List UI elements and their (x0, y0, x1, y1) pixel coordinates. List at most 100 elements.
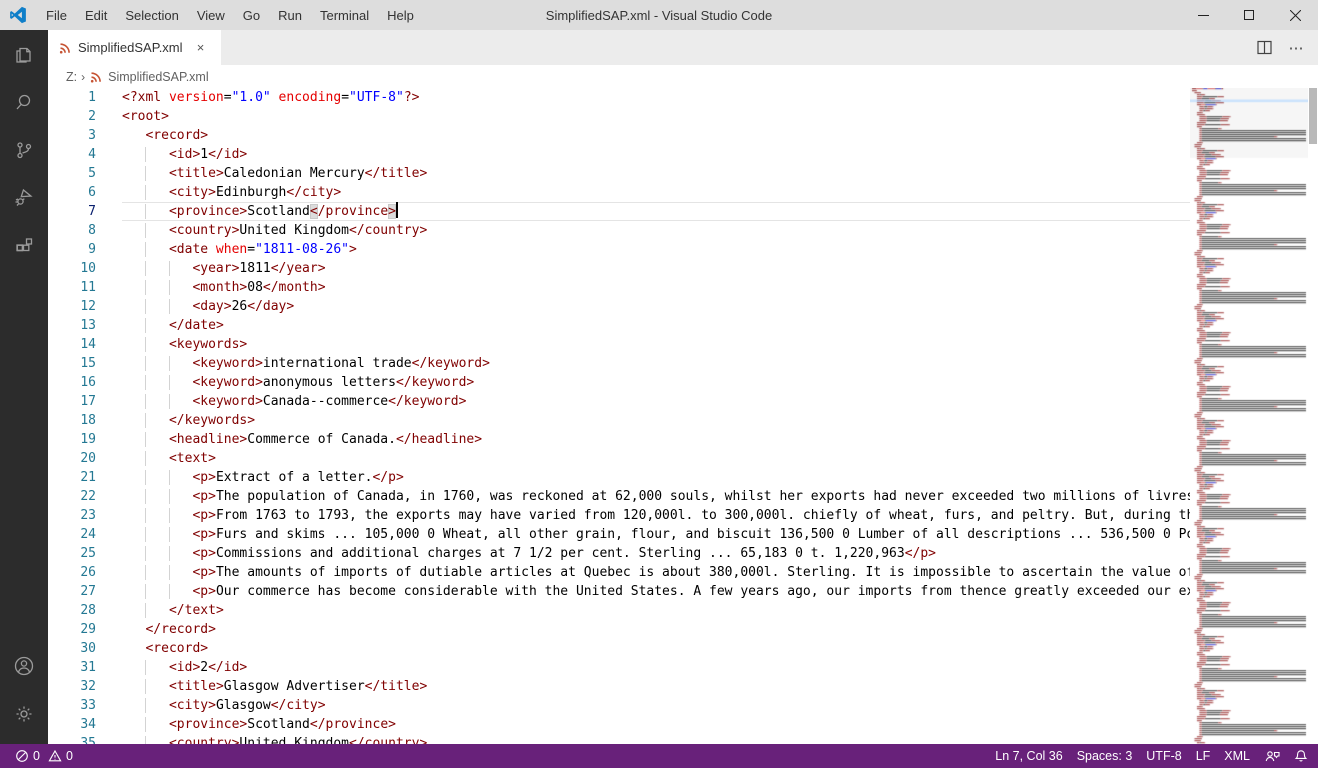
line-number: 13 (48, 316, 122, 335)
menu-item-view[interactable]: View (188, 4, 234, 27)
breadcrumb-drive[interactable]: Z: (66, 70, 77, 84)
notifications-bell-icon[interactable] (1294, 744, 1308, 768)
accounts-icon[interactable] (0, 642, 48, 690)
code-editor[interactable]: 1<?xml version="1.0" encoding="UTF-8"?>2… (48, 88, 1318, 744)
code-line[interactable]: 3 <record> (48, 126, 1190, 145)
code-line[interactable]: 21 <p>Extract of a letter.</p> (48, 468, 1190, 487)
more-actions-icon[interactable]: ⋯ (1282, 35, 1310, 61)
menu-item-run[interactable]: Run (269, 4, 311, 27)
line-number: 20 (48, 449, 122, 468)
code-line[interactable]: 16 <keyword>anonymous letters</keyword> (48, 373, 1190, 392)
code-line[interactable]: 12 <day>26</day> (48, 297, 1190, 316)
menu-item-edit[interactable]: Edit (76, 4, 116, 27)
line-number: 30 (48, 639, 122, 658)
tab-simplifiedsap-xml[interactable]: SimplifiedSAP.xml × (48, 30, 221, 65)
scrollbar-thumb[interactable] (1309, 88, 1317, 144)
code-line[interactable]: 13 </date> (48, 316, 1190, 335)
code-line[interactable]: 6 <city>Edinburgh</city> (48, 183, 1190, 202)
problems-indicator[interactable]: 0 0 (10, 744, 78, 768)
status-bar: 0 0 Ln 7, Col 36 Spaces: 3 UTF-8 LF XML (0, 744, 1318, 768)
line-number: 11 (48, 278, 122, 297)
code-line[interactable]: 14 <keywords> (48, 335, 1190, 354)
line-number: 29 (48, 620, 122, 639)
code-line[interactable]: 10 <year>1811</year> (48, 259, 1190, 278)
menu-item-help[interactable]: Help (378, 4, 423, 27)
eol-setting[interactable]: LF (1196, 744, 1211, 768)
line-number: 4 (48, 145, 122, 164)
line-number: 10 (48, 259, 122, 278)
line-number: 23 (48, 506, 122, 525)
code-line[interactable]: 26 <p>The amounts of imports of dutiable… (48, 563, 1190, 582)
breadcrumb-file[interactable]: SimplifiedSAP.xml (108, 70, 209, 84)
vscode-logo-icon (9, 6, 27, 24)
line-number: 31 (48, 658, 122, 677)
extensions-icon[interactable] (0, 222, 48, 270)
minimap[interactable] (1190, 88, 1308, 744)
code-line[interactable]: 30 <record> (48, 639, 1190, 658)
editor-scrollbar[interactable] (1308, 88, 1318, 744)
line-number: 33 (48, 696, 122, 715)
line-number: 6 (48, 183, 122, 202)
line-number: 24 (48, 525, 122, 544)
code-line[interactable]: 11 <month>08</month> (48, 278, 1190, 297)
code-line[interactable]: 34 <province>Scotland</province> (48, 715, 1190, 734)
language-mode[interactable]: XML (1224, 744, 1250, 768)
code-line[interactable]: 19 <headline>Commerce of Canada.</headli… (48, 430, 1190, 449)
line-number: 1 (48, 88, 122, 107)
minimize-icon[interactable] (1180, 0, 1226, 30)
line-number: 2 (48, 107, 122, 126)
code-line[interactable]: 28 </text> (48, 601, 1190, 620)
explorer-icon[interactable] (0, 30, 48, 78)
code-line[interactable]: 32 <title>Glasgow Advertiser</title> (48, 677, 1190, 696)
code-line[interactable]: 9 <date when="1811-08-26"> (48, 240, 1190, 259)
code-line[interactable]: 35 <country>United Kingdom</country> (48, 734, 1190, 744)
code-line[interactable]: 27 <p>Our commerce has become considerab… (48, 582, 1190, 601)
line-number: 17 (48, 392, 122, 411)
code-line[interactable]: 25 <p>Commissions and additional charges… (48, 544, 1190, 563)
menu-item-go[interactable]: Go (234, 4, 269, 27)
close-icon[interactable] (1272, 0, 1318, 30)
source-control-icon[interactable] (0, 126, 48, 174)
code-line[interactable]: 23 <p>From 1763 to 1793, the exports may… (48, 506, 1190, 525)
title-bar: FileEditSelectionViewGoRunTerminalHelp S… (0, 0, 1318, 30)
line-number: 32 (48, 677, 122, 696)
code-line[interactable]: 5 <title>Caledonian Mercury</title> (48, 164, 1190, 183)
code-line[interactable]: 22 <p>The population of Canada, in 1760,… (48, 487, 1190, 506)
cursor-position[interactable]: Ln 7, Col 36 (995, 744, 1062, 768)
indentation-setting[interactable]: Spaces: 3 (1077, 744, 1133, 768)
code-line[interactable]: 1<?xml version="1.0" encoding="UTF-8"?> (48, 88, 1190, 107)
tab-close-icon[interactable]: × (191, 38, 211, 58)
code-line[interactable]: 24 <p>Furs and skims ... 105,000 0 Wheat… (48, 525, 1190, 544)
menu-item-terminal[interactable]: Terminal (311, 4, 378, 27)
code-line[interactable]: 2<root> (48, 107, 1190, 126)
line-number: 18 (48, 411, 122, 430)
line-number: 21 (48, 468, 122, 487)
search-icon[interactable] (0, 78, 48, 126)
code-line[interactable]: 4 <id>1</id> (48, 145, 1190, 164)
code-line[interactable]: 7 <province>Scotland</province> (48, 202, 1190, 221)
code-line[interactable]: 18 </keywords> (48, 411, 1190, 430)
line-number: 9 (48, 240, 122, 259)
warnings-icon (48, 749, 62, 763)
encoding-setting[interactable]: UTF-8 (1146, 744, 1181, 768)
menu-item-selection[interactable]: Selection (116, 4, 187, 27)
tab-label: SimplifiedSAP.xml (78, 40, 183, 55)
run-debug-icon[interactable] (0, 174, 48, 222)
menu-item-file[interactable]: File (37, 4, 76, 27)
code-line[interactable]: 29 </record> (48, 620, 1190, 639)
split-editor-icon[interactable] (1250, 35, 1278, 61)
menu-bar: FileEditSelectionViewGoRunTerminalHelp (37, 4, 423, 27)
code-line[interactable]: 15 <keyword>international trade</keyword… (48, 354, 1190, 373)
chevron-right-icon: › (81, 70, 85, 84)
settings-gear-icon[interactable] (0, 690, 48, 738)
code-line[interactable]: 20 <text> (48, 449, 1190, 468)
line-number: 7 (48, 202, 122, 221)
maximize-icon[interactable] (1226, 0, 1272, 30)
code-line[interactable]: 8 <country>United Kingdom</country> (48, 221, 1190, 240)
tab-bar: SimplifiedSAP.xml × ⋯ (48, 30, 1318, 65)
line-number: 25 (48, 544, 122, 563)
feedback-icon[interactable] (1264, 744, 1280, 768)
code-line[interactable]: 17 <keyword>Canada--commerce</keyword> (48, 392, 1190, 411)
code-line[interactable]: 31 <id>2</id> (48, 658, 1190, 677)
code-line[interactable]: 33 <city>Glasgow</city> (48, 696, 1190, 715)
